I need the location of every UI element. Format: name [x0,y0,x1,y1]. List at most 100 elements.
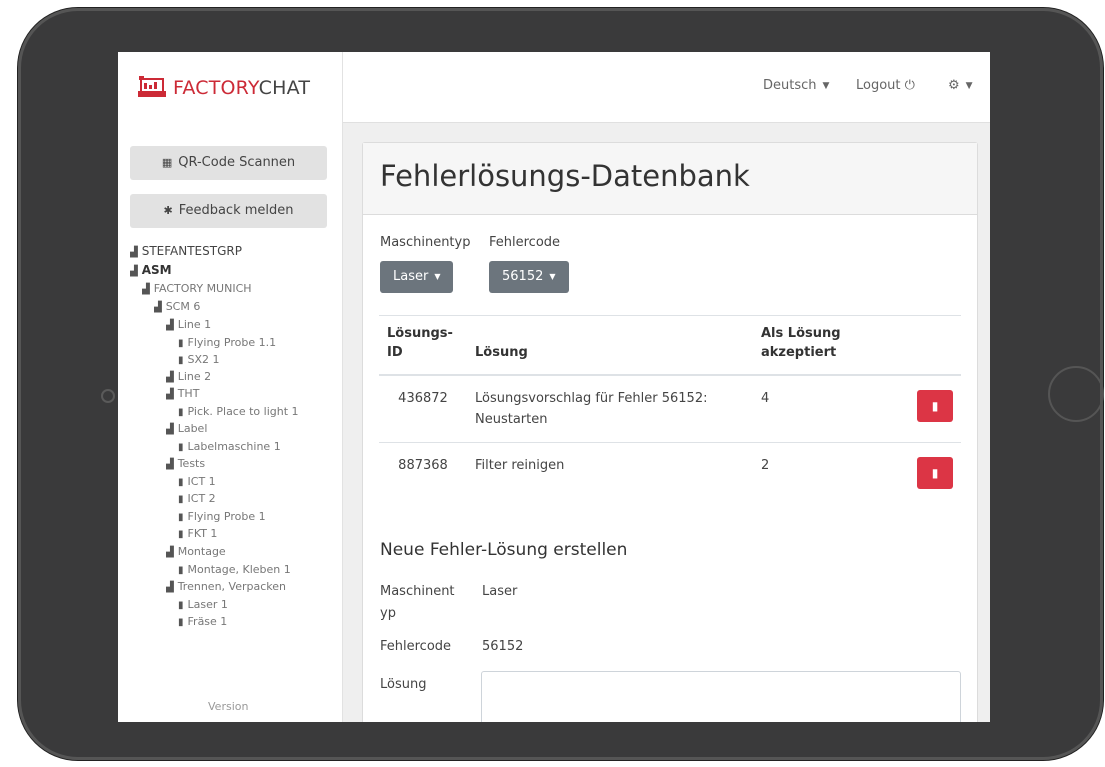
qr-code-icon: ▦ [161,156,173,169]
tree-item-label: Fräse 1 [187,615,228,628]
accepted-count: 2 [753,442,909,501]
machine-icon: ▮ [178,442,184,453]
factory-icon: ▟ [166,547,174,558]
tree-item-label: Label [177,422,208,435]
tree-item[interactable]: ▮ ICT 2 [178,492,216,505]
tree-item[interactable]: ▮ Flying Probe 1.1 [178,336,276,349]
tree-item[interactable]: ▟ STEFANTESTGRP [130,244,242,258]
trash-icon: ▮ [931,399,939,413]
tree-item-label: THT [177,387,200,400]
factory-icon: ▟ [154,302,162,313]
error-code-filter-label: Fehlercode [489,235,561,250]
logout-link[interactable]: Logout ⏻ [856,78,915,93]
trash-icon: ▮ [931,466,939,480]
caret-down-icon: ▼ [549,272,556,281]
tree-item[interactable]: ▟ THT [166,387,199,400]
col-header-solution-label: Lösung [475,345,528,360]
language-dropdown[interactable]: Deutsch ▼ [763,78,829,93]
error-code-dropdown-value: 56152 [502,269,544,284]
tree-item[interactable]: ▮ SX2 1 [178,353,220,366]
tree-item[interactable]: ▮ Flying Probe 1 [178,510,266,523]
factory-icon: ▟ [166,582,174,593]
accepted-count: 4 [753,374,909,443]
machine-icon: ▮ [178,494,184,505]
table-row: 436872 Lösungsvorschlag für Fehler 56152… [379,374,961,443]
form-error-code-value: 56152 [482,639,524,654]
tree-item[interactable]: ▟ ASM [130,263,172,277]
col-header-id: Lösungs- ID [379,315,467,376]
page-title: Fehlerlösungs-Datenbank [380,159,750,193]
machine-icon: ▮ [178,529,184,540]
tree-item[interactable]: ▮ Fräse 1 [178,615,227,628]
tree-item-label: FKT 1 [187,527,218,540]
factory-icon: ▟ [166,389,174,400]
machine-type-dropdown[interactable]: Laser ▼ [380,261,454,293]
error-code-dropdown[interactable]: 56152 ▼ [489,261,569,293]
caret-down-icon: ▼ [965,81,973,91]
machine-type-dropdown-value: Laser [393,269,429,284]
form-machine-type-label-line1: Maschinent [380,584,455,599]
solution-text-line2: Neustarten [475,412,548,427]
qr-scan-button[interactable]: ▦ QR-Code Scannen [130,146,327,180]
form-solution-label: Lösung [380,677,427,692]
factory-icon: ▟ [130,247,138,258]
delete-button[interactable]: ▮ [917,457,953,489]
tree-item[interactable]: ▮ ICT 1 [178,475,216,488]
tree-item[interactable]: ▮ FKT 1 [178,527,217,540]
tree-item[interactable]: ▟ Montage [166,545,226,558]
tree-item-label: Flying Probe 1.1 [187,336,277,349]
tree-item[interactable]: ▟ Label [166,422,207,435]
brand-part1: FACTORY [173,77,259,99]
solutions-table: Lösungs- ID Lösung Als Lösung akzeptiert 4… [379,315,961,501]
tree-item-label: FACTORY MUNICH [153,282,252,295]
form-machine-type-label-line2: yp [380,606,396,621]
home-button[interactable] [1048,366,1104,422]
tree-item-label: Labelmaschine 1 [187,440,281,453]
factory-icon: ▟ [166,424,174,435]
machine-icon: ▮ [178,355,184,366]
col-header-accepted-line2: akzeptiert [761,345,837,360]
col-header-solution: Lösung [467,315,753,376]
feedback-label: Feedback melden [178,203,294,218]
tree-item-label: STEFANTESTGRP [141,244,242,258]
machine-icon: ▮ [178,600,184,611]
machine-icon: ▮ [178,512,184,523]
tree-item[interactable]: ▟ FACTORY MUNICH [142,282,252,295]
machine-icon: ▮ [178,338,184,349]
tree-item-label: Line 2 [177,370,212,383]
tree-item[interactable]: ▮ Pick. Place to light 1 [178,405,299,418]
tree-item-label: Trennen, Verpacken [177,580,286,593]
tree-item[interactable]: ▮ Laser 1 [178,598,228,611]
factory-icon: ▟ [166,459,174,470]
app-screen: FACTORYCHAT Deutsch ▼ Logout ⏻ ⚙ ▼ ▦ QR-Cod… [118,52,990,722]
tree-item-label: ICT 2 [187,492,216,505]
solution-text: Filter reinigen [467,442,753,501]
tree-item[interactable]: ▮ Labelmaschine 1 [178,440,281,453]
caret-down-icon: ▼ [822,81,830,91]
tree-item[interactable]: ▟ Tests [166,457,205,470]
tree-item[interactable]: ▮ Montage, Kleben 1 [178,563,291,576]
factory-icon: ▟ [130,266,138,277]
tree-item[interactable]: ▟ SCM 6 [154,300,200,313]
tree-item-label: ICT 1 [187,475,216,488]
tree-item[interactable]: ▟ Line 1 [166,318,211,331]
gear-icon: ⚙ [948,78,960,93]
tree-item[interactable]: ▟ Line 2 [166,370,211,383]
factory-icon: ▟ [166,320,174,331]
actions-cell: ▮ [909,374,961,443]
actions-cell: ▮ [909,442,961,501]
qr-scan-label: QR-Code Scannen [178,155,296,170]
card-header: Fehlerlösungs-Datenbank [363,143,977,215]
brand-area[interactable]: FACTORYCHAT [118,52,343,122]
solutions-card: Fehlerlösungs-Datenbank Maschinent yp Feh… [362,142,978,722]
solution-text-line1: Lösungsvorschlag für Fehler 56152: [475,391,708,406]
solution-text: Lösungsvorschlag für Fehler 56152: Neusta… [467,374,753,443]
col-header-accepted-line1: Als Lösung [761,326,841,341]
feedback-button[interactable]: ✱ Feedback melden [130,194,327,228]
solution-textarea[interactable] [481,671,961,722]
col-header-accepted: Als Lösung akzeptiert [753,315,909,376]
delete-button[interactable]: ▮ [917,390,953,422]
tree-item[interactable]: ▟ Trennen, Verpacken [166,580,286,593]
settings-dropdown[interactable]: ⚙ ▼ [948,78,973,93]
logout-label: Logout [856,78,901,93]
